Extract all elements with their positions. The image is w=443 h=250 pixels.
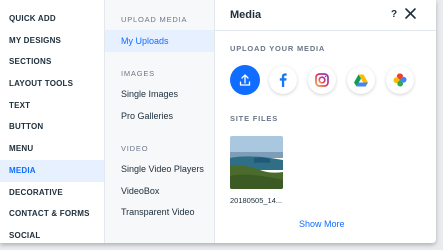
show-more-link[interactable]: Show More — [299, 219, 345, 229]
nav-item-contact-forms[interactable]: CONTACT & FORMS — [0, 203, 104, 225]
media-panel: Media ? UPLOAD YOUR MEDIA SITE FILES 201… — [215, 0, 436, 243]
file-name: 20180505_14... — [230, 196, 283, 205]
sub-item-videobox[interactable]: VideoBox — [105, 180, 214, 202]
media-subcategories: UPLOAD MEDIA My Uploads IMAGES Single Im… — [105, 0, 215, 243]
google-photos-button[interactable] — [386, 66, 414, 94]
landscape-photo — [230, 136, 283, 189]
sub-item-pro-galleries[interactable]: Pro Galleries — [105, 105, 214, 127]
nav-item-layout-tools[interactable]: LAYOUT TOOLS — [0, 73, 104, 95]
sub-item-my-uploads[interactable]: My Uploads — [105, 30, 214, 52]
nav-item-button[interactable]: BUTTON — [0, 116, 104, 138]
upload-media-heading: UPLOAD MEDIA — [121, 15, 188, 24]
help-icon[interactable]: ? — [391, 9, 397, 20]
google-drive-button[interactable] — [347, 66, 375, 94]
file-thumbnail[interactable] — [230, 136, 283, 189]
panel-title: Media — [230, 9, 262, 21]
facebook-icon — [279, 73, 287, 87]
upload-your-media-label: UPLOAD YOUR MEDIA — [230, 44, 326, 53]
upload-button[interactable] — [230, 65, 260, 95]
nav-item-decorative[interactable]: DECORATIVE — [0, 182, 104, 204]
site-files-label: SITE FILES — [230, 114, 279, 123]
close-icon[interactable] — [404, 7, 417, 20]
nav-item-menu[interactable]: MENU — [0, 138, 104, 160]
sub-item-single-video-players[interactable]: Single Video Players — [105, 158, 214, 180]
sub-item-single-images[interactable]: Single Images — [105, 83, 214, 105]
nav-item-my-designs[interactable]: MY DESIGNS — [0, 30, 104, 52]
sub-item-transparent-video[interactable]: Transparent Video — [105, 201, 214, 223]
nav-item-text[interactable]: TEXT — [0, 95, 104, 117]
category-nav: QUICK ADD MY DESIGNS SECTIONS LAYOUT TOO… — [0, 0, 105, 243]
header-divider — [215, 30, 436, 31]
images-heading: IMAGES — [121, 69, 155, 78]
video-heading: VIDEO — [121, 144, 149, 153]
upload-icon — [239, 74, 251, 86]
nav-item-media[interactable]: MEDIA — [0, 160, 104, 182]
google-drive-icon — [354, 74, 368, 87]
instagram-icon — [315, 73, 329, 87]
nav-item-social[interactable]: SOCIAL — [0, 225, 104, 243]
facebook-button[interactable] — [269, 66, 297, 94]
instagram-button[interactable] — [308, 66, 336, 94]
google-photos-icon — [393, 73, 407, 87]
nav-item-sections[interactable]: SECTIONS — [0, 51, 104, 73]
nav-item-quick-add[interactable]: QUICK ADD — [0, 8, 104, 30]
add-panel: QUICK ADD MY DESIGNS SECTIONS LAYOUT TOO… — [0, 0, 436, 243]
